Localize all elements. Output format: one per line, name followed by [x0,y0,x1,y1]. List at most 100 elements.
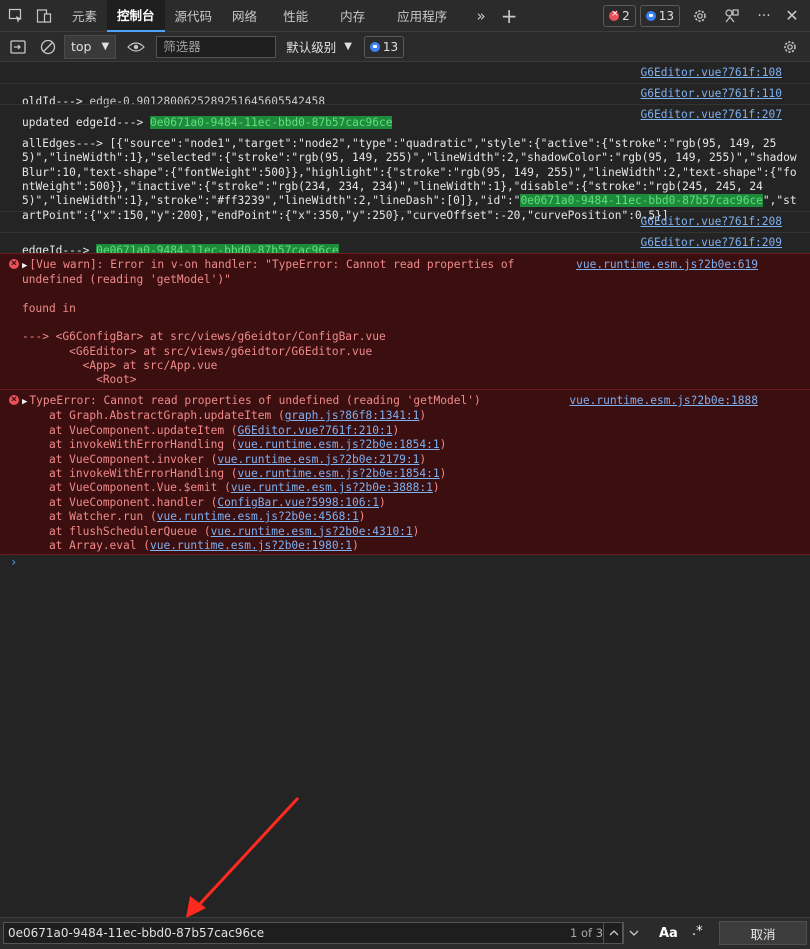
log-row: findItem---> undefined G6Editor.vue?761f… [0,233,810,278]
more-options-icon[interactable]: ··· [750,0,778,32]
stack-frame-link[interactable]: vue.runtime.esm.js?2b0e:1854:1 [238,467,440,480]
error-icon [9,257,19,271]
stack-frame: at Watcher.run (vue.runtime.esm.js?2b0e:… [22,510,810,524]
stack-frame-link[interactable]: vue.runtime.esm.js?2b0e:4310:1 [211,525,413,538]
log-row: edgeId---> 0e0671a0-9484-11ec-bbd0-87b57… [0,212,810,257]
stack-frame-link[interactable]: ConfigBar.vue?5998:106:1 [217,496,379,509]
stack-frame-text: ) [352,539,359,553]
console-toolbar: top ▼ 默认级别 ▼ 13 [0,32,810,62]
log-source-link[interactable]: G6Editor.vue?761f:108 [641,66,782,80]
highlighted-match: 0e0671a0-9484-11ec-bbd0-87b57cac96ce [520,194,763,208]
log-row: updated edgeId---> 0e0671a0-9484-11ec-bb… [0,84,810,129]
stack-frame-text: at VueComponent.updateItem ( [22,423,238,437]
tab-memory[interactable]: 内存 [324,0,381,32]
search-input[interactable] [3,922,623,944]
stack-frame: at Graph.AbstractGraph.updateItem (graph… [22,409,810,423]
console-settings-gear-icon[interactable] [776,31,804,63]
stack-frame-text: at VueComponent.invoker ( [22,452,218,466]
stack-frame-link[interactable]: vue.runtime.esm.js?2b0e:4568:1 [157,510,359,523]
tab-performance[interactable]: 性能 [267,0,324,32]
log-source-link[interactable]: G6Editor.vue?761f:208 [641,215,782,229]
stack-trace: at Graph.AbstractGraph.updateItem (graph… [22,409,810,553]
stack-frame: at invokeWithErrorHandling (vue.runtime.… [22,467,810,481]
type-error-row: ▶TypeError: Cannot read properties of un… [0,390,810,555]
error-source-link[interactable]: vue.runtime.esm.js?2b0e:1888 [569,394,758,408]
log-source-link[interactable]: G6Editor.vue?761f:207 [641,108,782,122]
live-expression-eye-icon[interactable] [122,31,150,63]
tab-application[interactable]: 应用程序 [381,0,463,32]
customize-devtools-icon[interactable] [718,0,746,32]
log-source-link[interactable]: G6Editor.vue?761f:110 [641,87,782,101]
stack-frame-text: at invokeWithErrorHandling ( [22,438,238,452]
log-source-link[interactable]: G6Editor.vue?761f:209 [641,236,782,250]
match-case-button[interactable]: Aa [659,926,678,941]
expand-triangle-icon[interactable]: ▶ [22,261,27,271]
context-selector[interactable]: top ▼ [64,34,117,59]
stack-frame: at invokeWithErrorHandling (vue.runtime.… [22,438,810,452]
stack-frame-link[interactable]: vue.runtime.esm.js?2b0e:2179:1 [217,453,419,466]
stack-frame-link[interactable]: vue.runtime.esm.js?2b0e:3888:1 [231,481,433,494]
stack-frame-text: at flushSchedulerQueue ( [22,524,211,538]
close-devtools-icon[interactable]: ✕ [778,0,806,32]
stack-frame-text: ) [358,510,366,524]
stack-frame-link[interactable]: vue.runtime.esm.js?2b0e:1854:1 [238,438,440,451]
stack-frame: at flushSchedulerQueue (vue.runtime.esm.… [22,525,810,539]
tab-network[interactable]: 网络 [222,0,267,32]
console-prompt-row[interactable]: › [0,555,810,575]
vue-warn-error-row: ▶[Vue warn]: Error in v-on handler: "Typ… [0,253,810,390]
next-match-button[interactable] [623,922,643,944]
regex-toggle-button[interactable]: .* [692,924,703,939]
stack-frame-text: at Watcher.run ( [22,510,157,524]
devtools-tabbar: 元素 控制台 源代码 网络 性能 内存 应用程序 » + 2 13 ··· ✕ [0,0,810,32]
stack-frame-text: ) [412,524,420,538]
inspect-element-icon[interactable] [2,0,30,32]
tab-console[interactable]: 控制台 [107,0,165,32]
message-icon [645,10,656,21]
found-in-label: found in [22,301,76,315]
settings-gear-icon[interactable] [686,0,714,32]
stack-frame-text: at Graph.AbstractGraph.updateItem ( [22,409,285,423]
chevron-down-icon: ▼ [344,41,352,52]
component-trace-line: <App> at src/App.vue [22,359,218,373]
error-count-badge[interactable]: 2 [603,4,636,27]
console-messages: oldId---> edge-0.90128006252892516456055… [0,63,810,575]
issues-count: 13 [382,39,399,54]
error-message: TypeError: Cannot read properties of und… [29,394,481,407]
expand-triangle-icon[interactable]: ▶ [22,397,27,407]
match-count: 1 of 3 [570,926,604,940]
error-message: [Vue warn]: Error in v-on handler: "Type… [22,258,515,287]
tab-elements[interactable]: 元素 [62,0,107,32]
stack-frame-text: at Array.eval ( [22,539,150,553]
chevron-down-icon: ▼ [101,41,110,52]
stack-frame-text: ) [439,438,447,452]
log-levels-dropdown[interactable]: 默认级别 ▼ [286,37,352,56]
cancel-search-button[interactable]: 取消 [719,921,807,945]
sidebar-toggle-icon[interactable] [4,31,32,63]
log-row: allEdges---> [{"source":"node1","target"… [0,105,810,222]
stack-frame-text: at VueComponent.Vue.$emit ( [22,481,231,495]
stack-frame-text: at invokeWithErrorHandling ( [22,467,238,481]
stack-frame: at VueComponent.updateItem (G6Editor.vue… [22,424,810,438]
stack-frame-link[interactable]: G6Editor.vue?761f:210:1 [238,424,393,437]
message-count-badge[interactable]: 13 [639,4,680,27]
component-trace-line: ---> <G6ConfigBar> at src/views/g6eidtor… [22,330,386,344]
stack-frame-text: at VueComponent.handler ( [22,495,218,509]
component-trace-line: <G6Editor> at src/views/g6eidtor/G6Edito… [22,344,373,358]
add-tab-icon[interactable]: + [495,0,523,32]
more-tabs-icon[interactable]: » [467,0,495,32]
stack-frame-text: ) [378,495,386,509]
previous-match-button[interactable] [603,922,623,944]
device-emulation-icon[interactable] [30,0,58,32]
error-source-link[interactable]: vue.runtime.esm.js?2b0e:619 [576,258,758,272]
clear-console-icon[interactable] [34,31,62,63]
log-levels-label: 默认级别 [286,40,337,55]
console-search-bar: 1 of 3 Aa .* 取消 [0,917,810,949]
error-count: 2 [622,8,630,23]
filter-input[interactable] [156,35,277,58]
issues-count-badge[interactable]: 13 [363,35,405,58]
stack-frame-link[interactable]: graph.js?86f8:1341:1 [285,409,420,422]
stack-frame-text: ) [419,409,427,423]
tab-sources[interactable]: 源代码 [165,0,223,32]
stack-frame-link[interactable]: vue.runtime.esm.js?2b0e:1980:1 [150,539,352,552]
log-row: oldId---> edge-0.90128006252892516456055… [0,63,810,108]
